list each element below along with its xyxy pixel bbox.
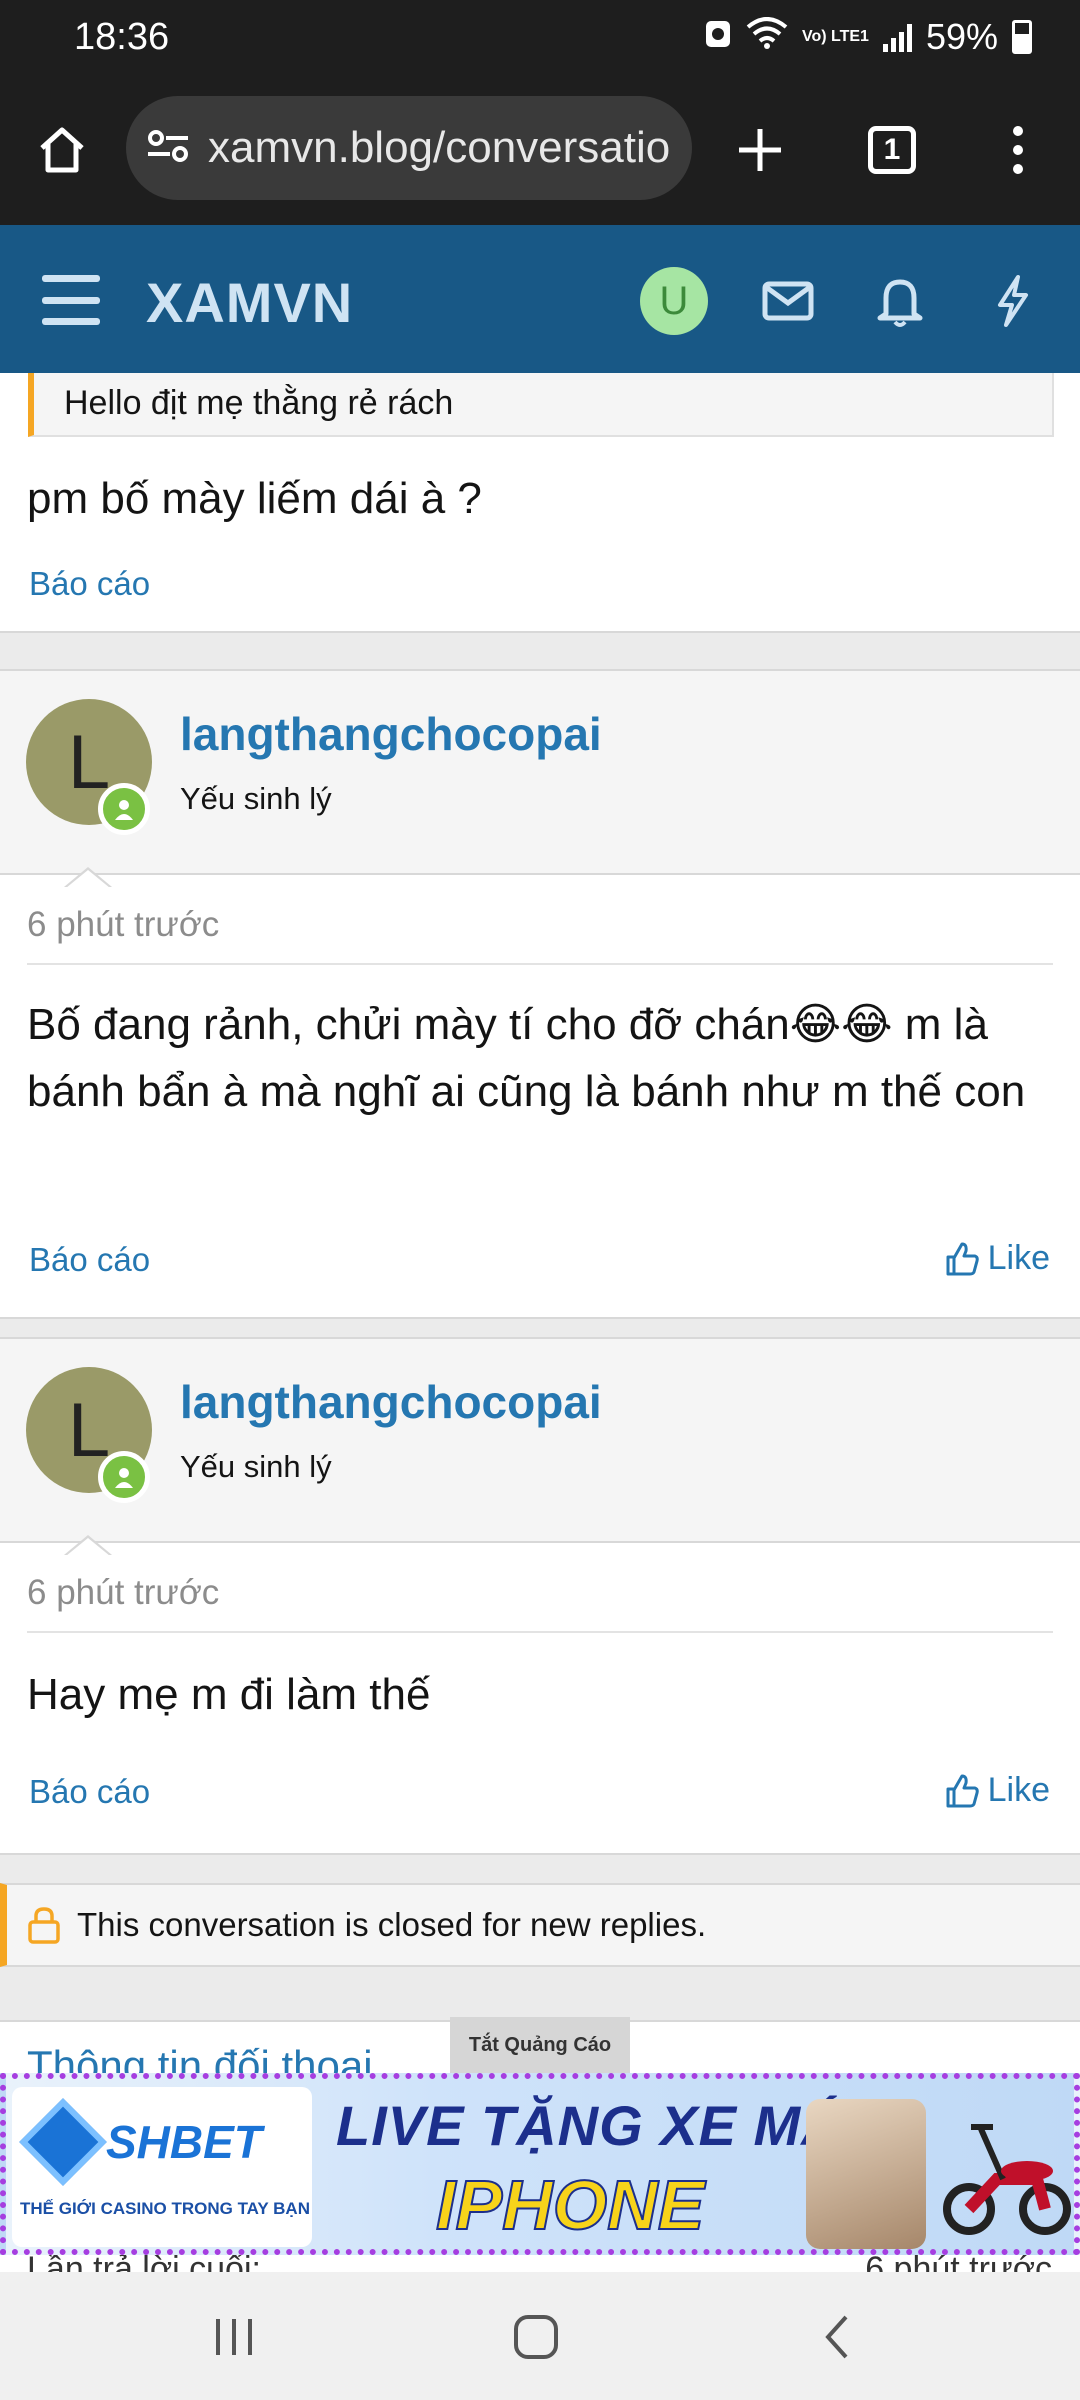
home-icon[interactable] (22, 110, 102, 190)
battery-icon (1012, 20, 1032, 54)
report-link[interactable]: Báo cáo (29, 565, 150, 603)
ad-tagline: THẾ GIỚI CASINO TRONG TAY BẠN (20, 2199, 310, 2218)
ad-banner[interactable]: SHBET THẾ GIỚI CASINO TRONG TAY BẠN LIVE… (0, 2073, 1080, 2255)
report-link[interactable]: Báo cáo (29, 1773, 150, 1811)
message-text: Hay mẹ m đi làm thế (27, 1670, 431, 1719)
ad-brand: SHBET (106, 2116, 262, 2168)
like-label: Like (987, 1771, 1050, 1809)
author-name[interactable]: langthangchocopai (180, 707, 602, 761)
message-text: pm bố mày liếm dái à ? (27, 474, 482, 523)
closed-notice: This conversation is closed for new repl… (0, 1883, 1080, 1967)
network-label: Vo) LTE1 (801, 28, 869, 45)
close-ad-button[interactable]: Tắt Quảng Cáo (450, 2017, 630, 2073)
new-tab-icon[interactable] (720, 110, 800, 190)
tab-count: 1 (868, 126, 916, 174)
tab-switcher-button[interactable]: 1 (852, 110, 932, 190)
report-link[interactable]: Báo cáo (29, 1241, 150, 1279)
like-button[interactable]: Like (944, 1771, 1050, 1810)
author-title: Yếu sinh lý (180, 1449, 332, 1484)
message-arrow (64, 867, 112, 888)
message-2: L langthangchocopai Yếu sinh lý 6 phút t… (0, 669, 1080, 1319)
back-icon[interactable] (798, 2302, 878, 2372)
url-text: xamvn.blog/conversatio (208, 123, 671, 172)
ad-headline: LIVE TẶNG XE MÁY (336, 2094, 881, 2157)
inbox-icon[interactable] (752, 265, 824, 337)
url-bar[interactable]: xamvn.blog/conversatio (126, 96, 692, 200)
status-bar: 18:36 Vo) LTE1 59% (0, 0, 1080, 80)
message-1: Hello địt mẹ thằng rẻ rách pm bố mày liế… (0, 373, 1080, 633)
diamond-icon (19, 2098, 107, 2186)
browser-toolbar: xamvn.blog/conversatio 1 (0, 80, 1080, 225)
like-button[interactable]: Like (944, 1239, 1050, 1278)
author-title: Yếu sinh lý (180, 781, 332, 816)
signal-icon (882, 22, 912, 52)
system-nav-bar (0, 2272, 1080, 2400)
notification-icon (704, 16, 732, 58)
recent-apps-icon[interactable] (194, 2302, 274, 2372)
quote-text: Hello địt mẹ thằng rẻ rách (64, 384, 454, 422)
thumbs-up-icon (946, 1242, 979, 1275)
status-time: 18:36 (74, 16, 170, 58)
online-status-icon (98, 1451, 150, 1503)
home-nav-icon[interactable] (496, 2302, 576, 2372)
closed-notice-text: This conversation is closed for new repl… (77, 1906, 707, 1943)
battery-percent: 59% (925, 16, 998, 57)
user-avatar[interactable]: U (640, 267, 708, 335)
site-settings-icon[interactable] (146, 126, 190, 171)
site-logo[interactable]: XAMVN (146, 270, 353, 335)
forum-header: XAMVN U (0, 225, 1080, 377)
message-arrow (64, 1535, 112, 1556)
ad-logo: SHBET THẾ GIỚI CASINO TRONG TAY BẠN (12, 2087, 312, 2247)
lightning-icon[interactable] (976, 265, 1048, 337)
scooter-image (941, 2109, 1071, 2239)
more-menu-icon[interactable] (978, 110, 1058, 190)
online-status-icon (98, 783, 150, 835)
message-user-header: L langthangchocopai Yếu sinh lý (0, 1339, 1080, 1556)
message-text: Bố đang rảnh, chửi mày tí cho đỡ chán😂😂 … (27, 1000, 1026, 1116)
divider (27, 1631, 1053, 1633)
message-time[interactable]: 6 phút trước (27, 905, 219, 945)
quote-block: Hello địt mẹ thằng rẻ rách (28, 373, 1054, 437)
author-name[interactable]: langthangchocopai (180, 1375, 602, 1429)
thumbs-up-icon (946, 1774, 979, 1807)
divider (27, 963, 1053, 965)
bell-icon[interactable] (864, 265, 936, 337)
message-time[interactable]: 6 phút trước (27, 1573, 219, 1613)
lock-icon (28, 1907, 60, 1944)
message-user-header: L langthangchocopai Yếu sinh lý (0, 671, 1080, 888)
like-label: Like (987, 1239, 1050, 1277)
ad-subheadline: IPHONE (435, 2165, 705, 2245)
menu-icon[interactable] (42, 275, 100, 325)
status-icons: Vo) LTE1 59% (704, 16, 1032, 58)
wifi-icon (746, 16, 788, 58)
message-3: L langthangchocopai Yếu sinh lý 6 phút t… (0, 1337, 1080, 1855)
phone-image (806, 2099, 926, 2249)
